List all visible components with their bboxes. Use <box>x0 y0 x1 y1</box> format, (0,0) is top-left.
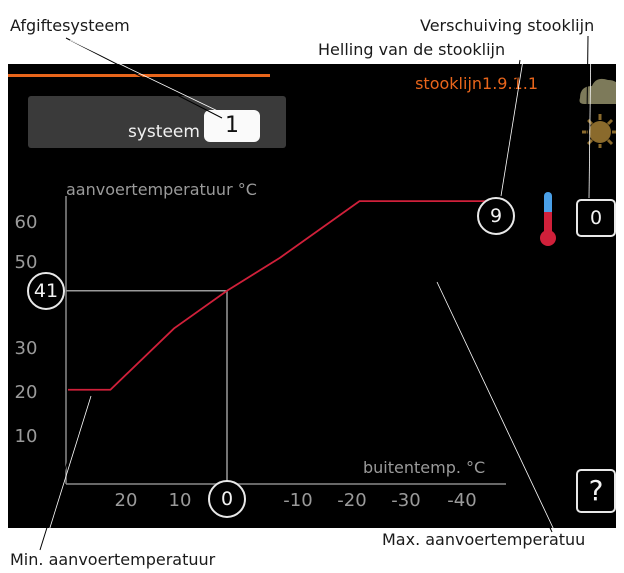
curve-offset-value[interactable]: 0 <box>576 199 616 237</box>
help-button[interactable]: ? <box>576 469 616 513</box>
heating-curve-line <box>68 200 492 391</box>
current-supply-temp: 41 <box>27 271 65 310</box>
display-screen: stooklijn1.9.1.1 systeem 1 aanvoertemper… <box>8 64 616 528</box>
curve-slope-value[interactable]: 9 <box>477 197 515 235</box>
callout-max-supply: Max. aanvoertemperatuu <box>382 530 586 549</box>
callout-curve-slope: Helling van de stooklijn <box>318 40 506 59</box>
thermometer-icon <box>540 192 556 246</box>
callout-curve-offset: Verschuiving stooklijn <box>420 16 595 35</box>
callout-heating-system: Afgiftesysteem <box>10 16 130 35</box>
current-outdoor-temp: 0 <box>208 480 246 518</box>
callout-min-supply: Min. aanvoertemperatuur <box>10 550 216 569</box>
heating-curve-chart <box>65 192 556 485</box>
